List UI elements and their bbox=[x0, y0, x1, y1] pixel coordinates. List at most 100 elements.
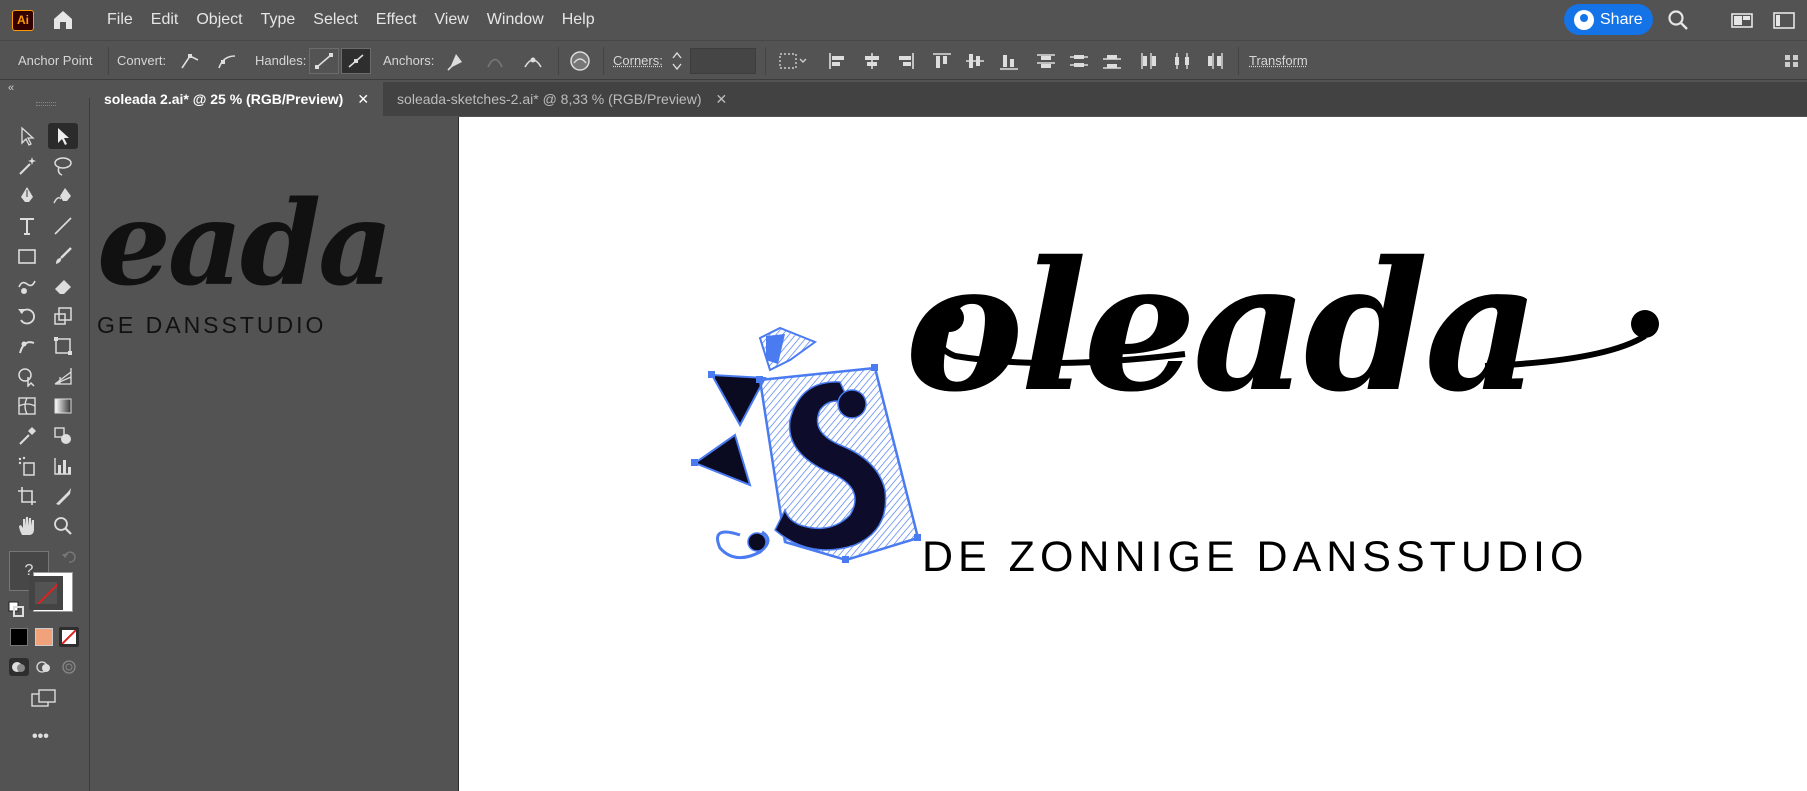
edit-toolbar-button[interactable]: ••• bbox=[32, 728, 49, 746]
distribute-left-icon[interactable] bbox=[1137, 50, 1161, 72]
column-graph-tool[interactable] bbox=[48, 453, 78, 479]
current-tool-label: Anchor Point bbox=[18, 53, 93, 68]
distribute-vertical-center-icon[interactable] bbox=[1067, 50, 1091, 72]
align-to-selection-icon[interactable] bbox=[777, 50, 809, 72]
cut-path-icon[interactable] bbox=[521, 50, 545, 72]
main-menu: File Edit Object Type Select Effect View… bbox=[98, 0, 604, 40]
distribute-horizontal-center-icon[interactable] bbox=[1170, 50, 1194, 72]
zoom-tool[interactable] bbox=[48, 513, 78, 539]
corners-label[interactable]: Corners: bbox=[613, 53, 663, 68]
screen-mode-icon[interactable] bbox=[30, 688, 58, 710]
rotate-tool[interactable] bbox=[12, 303, 42, 329]
color-mode-button[interactable] bbox=[10, 628, 28, 646]
perspective-grid-tool[interactable] bbox=[48, 363, 78, 389]
scale-icon bbox=[54, 307, 72, 325]
home-button[interactable] bbox=[50, 7, 76, 33]
menu-object[interactable]: Object bbox=[187, 0, 251, 40]
free-transform-tool[interactable] bbox=[48, 333, 78, 359]
pasteboard-logo-word: eada bbox=[97, 176, 393, 312]
convert-to-smooth-icon[interactable] bbox=[215, 50, 239, 72]
panel-grip[interactable] bbox=[36, 102, 56, 106]
menu-effect[interactable]: Effect bbox=[367, 0, 426, 40]
shaper-tool[interactable] bbox=[12, 273, 42, 299]
eyedropper-icon bbox=[19, 427, 36, 445]
logo-tagline[interactable]: DE ZONNIGE DANSSTUDIO bbox=[922, 533, 1588, 582]
distribute-top-icon[interactable] bbox=[1034, 50, 1058, 72]
eraser-tool[interactable] bbox=[48, 273, 78, 299]
draw-inside-icon[interactable] bbox=[59, 658, 79, 676]
pen-tool[interactable] bbox=[12, 183, 42, 209]
show-handles-button[interactable] bbox=[309, 48, 339, 74]
curvature-tool[interactable] bbox=[48, 183, 78, 209]
lasso-tool[interactable] bbox=[48, 153, 78, 179]
convert-to-corner-icon[interactable] bbox=[178, 50, 202, 72]
align-horizontal-center-icon[interactable] bbox=[860, 50, 884, 72]
eyedropper-tool[interactable] bbox=[12, 423, 42, 449]
symbol-sprayer-tool[interactable] bbox=[12, 453, 42, 479]
logo-word[interactable]: oleada bbox=[905, 238, 1540, 416]
selected-s-graphic[interactable] bbox=[690, 320, 930, 565]
tab-soleada-2[interactable]: soleada 2.ai* @ 25 % (RGB/Preview) ✕ bbox=[90, 82, 384, 116]
menu-bar: Ai File Edit Object Type Select Effect V… bbox=[0, 0, 1807, 40]
scale-tool[interactable] bbox=[48, 303, 78, 329]
selection-tool[interactable] bbox=[12, 123, 42, 149]
align-left-icon[interactable] bbox=[826, 50, 850, 72]
artboard[interactable] bbox=[458, 117, 1807, 791]
menu-file[interactable]: File bbox=[98, 0, 142, 40]
artboard-tool[interactable] bbox=[12, 483, 42, 509]
close-tab-icon[interactable]: ✕ bbox=[716, 91, 728, 108]
line-segment-tool[interactable] bbox=[48, 213, 78, 239]
direct-selection-tool[interactable] bbox=[48, 123, 78, 149]
align-bottom-icon[interactable] bbox=[997, 50, 1021, 72]
mesh-tool[interactable] bbox=[12, 393, 42, 419]
draw-behind-icon[interactable] bbox=[34, 658, 54, 676]
rectangle-tool[interactable] bbox=[12, 243, 42, 269]
paintbrush-tool[interactable] bbox=[48, 243, 78, 269]
corners-input[interactable] bbox=[690, 48, 756, 74]
collapse-toolbar-icon[interactable]: « bbox=[8, 82, 14, 94]
menu-window[interactable]: Window bbox=[478, 0, 553, 40]
separator bbox=[108, 47, 109, 75]
mesh-icon bbox=[18, 397, 36, 415]
magic-wand-tool[interactable] bbox=[12, 153, 42, 179]
menu-type[interactable]: Type bbox=[252, 0, 305, 40]
menu-edit[interactable]: Edit bbox=[142, 0, 188, 40]
remove-anchor-icon[interactable] bbox=[444, 50, 468, 72]
menu-help[interactable]: Help bbox=[553, 0, 604, 40]
distribute-bottom-icon[interactable] bbox=[1100, 50, 1124, 72]
puppet-warp-tool[interactable] bbox=[12, 333, 42, 359]
distribute-right-icon[interactable] bbox=[1203, 50, 1227, 72]
corners-stepper-icon[interactable] bbox=[670, 50, 684, 72]
artboard-icon bbox=[18, 487, 36, 505]
gradient-tool[interactable] bbox=[48, 393, 78, 419]
menu-view[interactable]: View bbox=[425, 0, 477, 40]
arrange-documents-icon[interactable] bbox=[1730, 8, 1754, 32]
align-top-icon[interactable] bbox=[930, 50, 954, 72]
default-fill-stroke-icon[interactable] bbox=[8, 601, 24, 617]
hand-tool[interactable] bbox=[12, 513, 42, 539]
transform-link[interactable]: Transform bbox=[1249, 53, 1308, 68]
share-button[interactable]: Share bbox=[1564, 4, 1653, 35]
undo-icon[interactable] bbox=[60, 548, 78, 566]
menu-select[interactable]: Select bbox=[304, 0, 366, 40]
isolate-path-icon[interactable] bbox=[568, 50, 592, 72]
none-mode-button[interactable] bbox=[59, 627, 79, 647]
align-right-icon[interactable] bbox=[893, 50, 917, 72]
draw-normal-icon[interactable] bbox=[9, 658, 29, 676]
close-tab-icon[interactable]: ✕ bbox=[357, 91, 369, 108]
tab-soleada-sketches-2[interactable]: soleada-sketches-2.ai* @ 8,33 % (RGB/Pre… bbox=[383, 82, 741, 116]
separator bbox=[765, 47, 766, 75]
align-vertical-center-icon[interactable] bbox=[963, 50, 987, 72]
blend-tool[interactable] bbox=[48, 423, 78, 449]
document-tabs: soleada 2.ai* @ 25 % (RGB/Preview) ✕ sol… bbox=[90, 82, 1807, 116]
gradient-mode-button[interactable] bbox=[35, 628, 53, 646]
panel-menu-icon[interactable] bbox=[1782, 50, 1802, 72]
workspace-switcher-icon[interactable] bbox=[1772, 8, 1796, 32]
hide-handles-button[interactable] bbox=[341, 48, 371, 74]
stroke-swatch[interactable] bbox=[29, 576, 63, 610]
connect-anchors-icon[interactable] bbox=[483, 50, 507, 72]
shape-builder-tool[interactable] bbox=[12, 363, 42, 389]
search-icon[interactable] bbox=[1666, 8, 1690, 32]
slice-tool[interactable] bbox=[48, 483, 78, 509]
type-tool[interactable] bbox=[12, 213, 42, 239]
